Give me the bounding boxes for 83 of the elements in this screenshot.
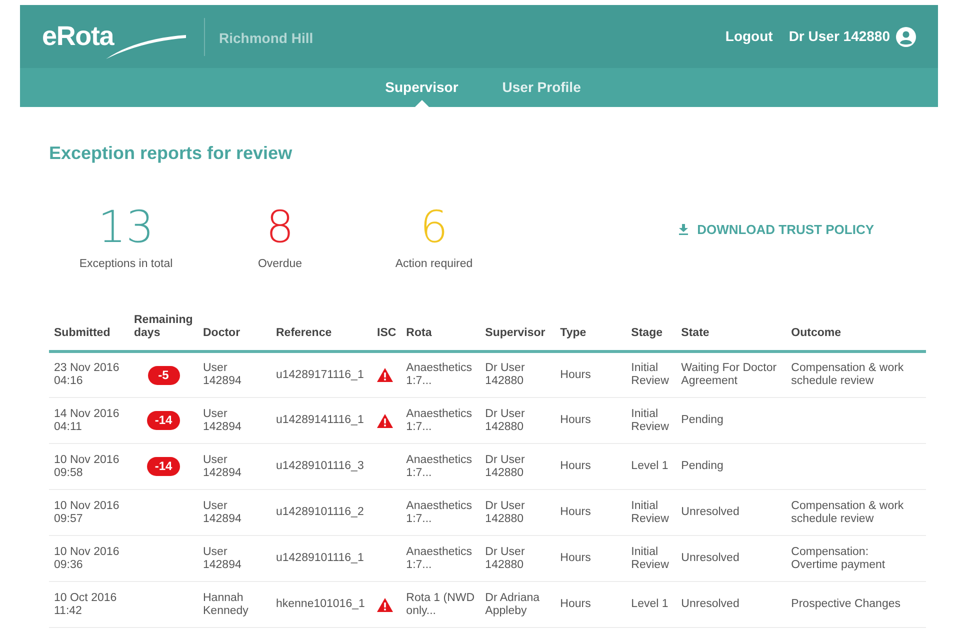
table-cell: Anaesthetics 1:7... [401,536,480,582]
table-cell: User 142894 [198,352,271,398]
column-header: Remaining days [129,314,198,352]
column-header: Doctor [198,314,271,352]
table-cell: User 142894 [198,536,271,582]
overdue-badge: -14 [146,457,180,476]
selected-indicator [414,100,429,107]
stat-value: 6 [420,204,448,252]
table-cell: Hours [555,352,626,398]
stat-label: Overdue [258,257,302,272]
download-link[interactable]: DOWNLOAD TRUST POLICY [678,220,874,240]
stat-label: Action required [395,257,473,272]
table-cell: Anaesthetics 1:7... [401,490,480,536]
table-cell: hkenne101016_1 [271,582,372,628]
table-cell: Unresolved [676,490,786,536]
overdue-badge: -5 [148,366,180,385]
table-cell: 10 Nov 2016 09:36 [49,536,129,582]
stat-label: Exceptions in total [79,257,173,272]
nav-tab[interactable]: User Profile [502,68,581,107]
table-cell: Compensation & work schedule review [786,352,926,398]
page-title: Exception reports for review [49,142,294,165]
table-cell: Compensation & work schedule review [786,490,926,536]
table-cell: u14289101116_2 [271,490,372,536]
table-cell: 14 Nov 2016 04:11 [49,398,129,444]
table-cell: 23 Nov 2016 04:16 [49,352,129,398]
table-cell: Unresolved [676,536,786,582]
stat-value: 13 [98,204,154,252]
site-name: Richmond Hill [219,29,314,48]
table-cell: Anaesthetics 1:7... [401,444,480,490]
logo-text: eRota [42,21,114,52]
table-cell: Initial Review [626,398,676,444]
table-cell: Pending [676,398,786,444]
user-icon[interactable] [896,26,916,46]
table-cell: Dr User 142880 [480,536,556,582]
stat-value: 8 [266,204,294,252]
column-header: Supervisor [480,314,556,352]
column-header: Rota [401,314,480,352]
table-cell: Hours [555,398,626,444]
table-cell: Level 1 [626,444,676,490]
table-cell: u14289101116_1 [271,536,372,582]
table-cell: Anaesthetics 1:7... [401,398,480,444]
table-cell: 10 Oct 2016 11:42 [49,582,129,628]
table-cell: Rota 1 (NWD only... [401,582,480,628]
column-header: Outcome [786,314,926,352]
table-cell: User 142894 [198,444,271,490]
table-cell: u14289171116_1 [271,352,372,398]
table-cell: Hannah Kennedy [198,582,271,628]
table-cell: u14289141116_1 [271,398,372,444]
download-icon [678,224,690,236]
table-cell: Initial Review [626,536,676,582]
table-cell: Level 1 [626,582,676,628]
table-cell: Dr User 142880 [480,352,556,398]
logout-link[interactable]: Logout [725,26,773,47]
table-cell: Dr User 142880 [480,398,556,444]
table-cell: User 142894 [198,398,271,444]
table-cell: Initial Review [626,490,676,536]
table-cell: Dr User 142880 [480,444,556,490]
table-cell: Pending [676,444,786,490]
user-name: Dr User 142880 [788,27,890,46]
table-cell: Unresolved [676,582,786,628]
table-cell: Compensation: Overtime payment [786,536,926,582]
table-cell: Dr Adriana Appleby [480,582,556,628]
column-header: ISC [372,314,402,352]
table-cell: User 142894 [198,490,271,536]
table-cell: Hours [555,490,626,536]
overdue-badge: -14 [146,411,180,430]
table-cell: Initial Review [626,352,676,398]
table-cell: Waiting For Doctor Agreement [676,352,786,398]
column-header: Type [555,314,626,352]
table-cell: Hours [555,444,626,490]
column-header: Reference [271,314,372,352]
table-cell: Dr User 142880 [480,490,556,536]
table-cell: u14289101116_3 [271,444,372,490]
column-header: Submitted [49,314,129,352]
table-cell: Hours [555,582,626,628]
column-header: State [676,314,786,352]
table-cell: 10 Nov 2016 09:58 [49,444,129,490]
table-cell: Prospective Changes [786,582,926,628]
nav-tab[interactable]: Supervisor [385,68,458,107]
table-cell: Anaesthetics 1:7... [401,352,480,398]
table-cell: Hours [555,536,626,582]
column-header: Stage [626,314,676,352]
table-cell: 10 Nov 2016 09:57 [49,490,129,536]
